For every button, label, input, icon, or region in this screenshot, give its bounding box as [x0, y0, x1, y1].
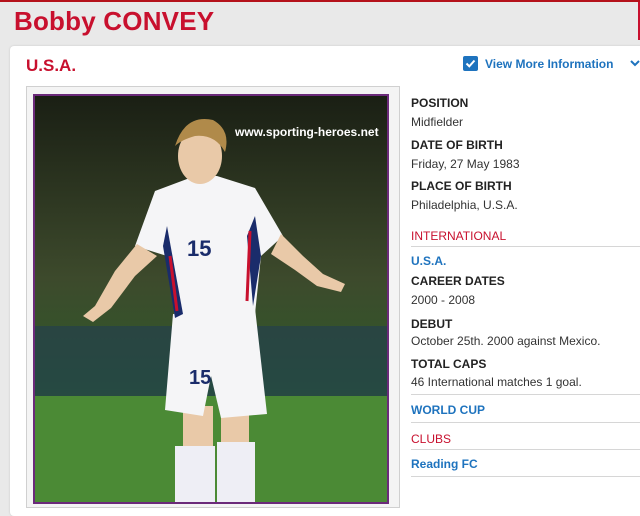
- view-more-information-label[interactable]: View More Information: [485, 57, 613, 71]
- checkbox-checked-icon[interactable]: [463, 56, 478, 71]
- career-dates-value: 2000 - 2008: [411, 293, 476, 307]
- divider: [411, 394, 640, 395]
- international-team-link[interactable]: U.S.A.: [411, 254, 446, 268]
- debut-label: DEBUT: [411, 317, 453, 331]
- shorts-number: 15: [189, 367, 211, 389]
- career-dates-label: CAREER DATES: [411, 274, 505, 288]
- shirt-number: 15: [187, 236, 211, 261]
- divider: [411, 476, 640, 477]
- top-accent-bar: [0, 0, 640, 2]
- player-photo: 15 15 www.sporting-heroes.net: [33, 94, 389, 504]
- club-link-reading-fc[interactable]: Reading FC: [411, 457, 478, 471]
- player-name-heading: Bobby CONVEY: [14, 6, 215, 36]
- position-label: POSITION: [411, 96, 469, 110]
- dob-value: Friday, 27 May 1983: [411, 157, 520, 171]
- total-caps-label: TOTAL CAPS: [411, 357, 487, 371]
- divider: [411, 246, 640, 247]
- divider: [411, 422, 640, 423]
- view-more-information-toggle[interactable]: View More Information: [463, 56, 613, 71]
- player-country: U.S.A.: [26, 56, 77, 75]
- position-value: Midfielder: [411, 115, 464, 129]
- clubs-heading: CLUBS: [411, 432, 452, 446]
- debut-value: October 25th. 2000 against Mexico.: [411, 334, 601, 348]
- chevron-down-icon[interactable]: [629, 55, 640, 76]
- photo-watermark: www.sporting-heroes.net: [234, 125, 379, 139]
- divider: [411, 449, 640, 450]
- pob-value: Philadelphia, U.S.A.: [411, 198, 518, 212]
- pob-label: PLACE OF BIRTH: [411, 179, 512, 193]
- dob-label: DATE OF BIRTH: [411, 138, 503, 152]
- world-cup-link[interactable]: WORLD CUP: [411, 403, 485, 417]
- international-heading: INTERNATIONAL: [411, 229, 507, 243]
- total-caps-value: 46 International matches 1 goal.: [411, 375, 582, 389]
